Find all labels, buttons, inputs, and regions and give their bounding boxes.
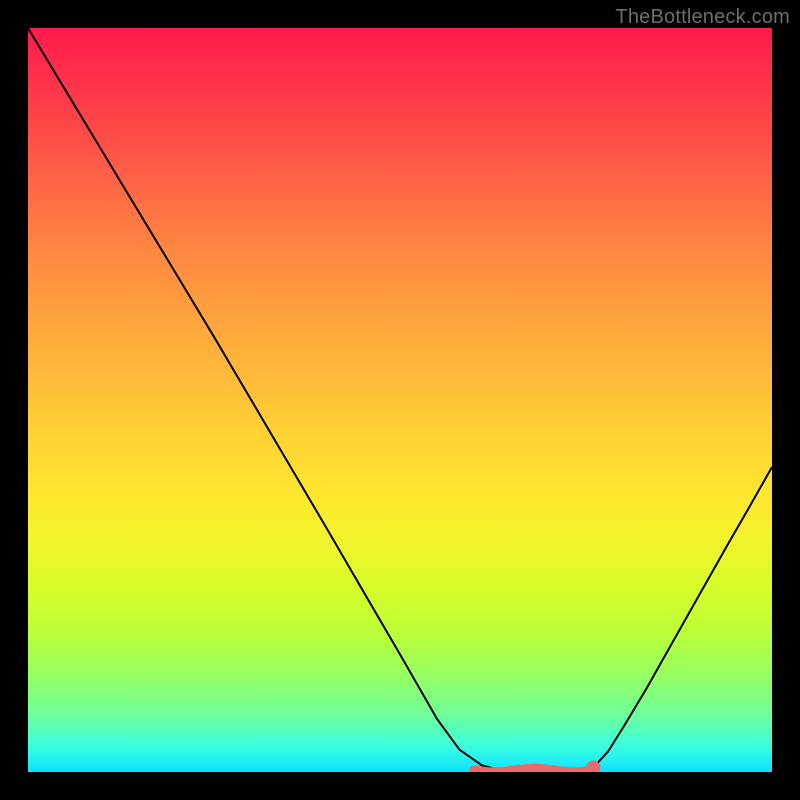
watermark-text: TheBottleneck.com (615, 6, 790, 29)
valley-marker (474, 769, 593, 773)
chart-svg (28, 28, 772, 772)
bottleneck-curve (28, 28, 772, 772)
chart-frame: TheBottleneck.com (0, 0, 800, 800)
plot-area (28, 28, 772, 772)
